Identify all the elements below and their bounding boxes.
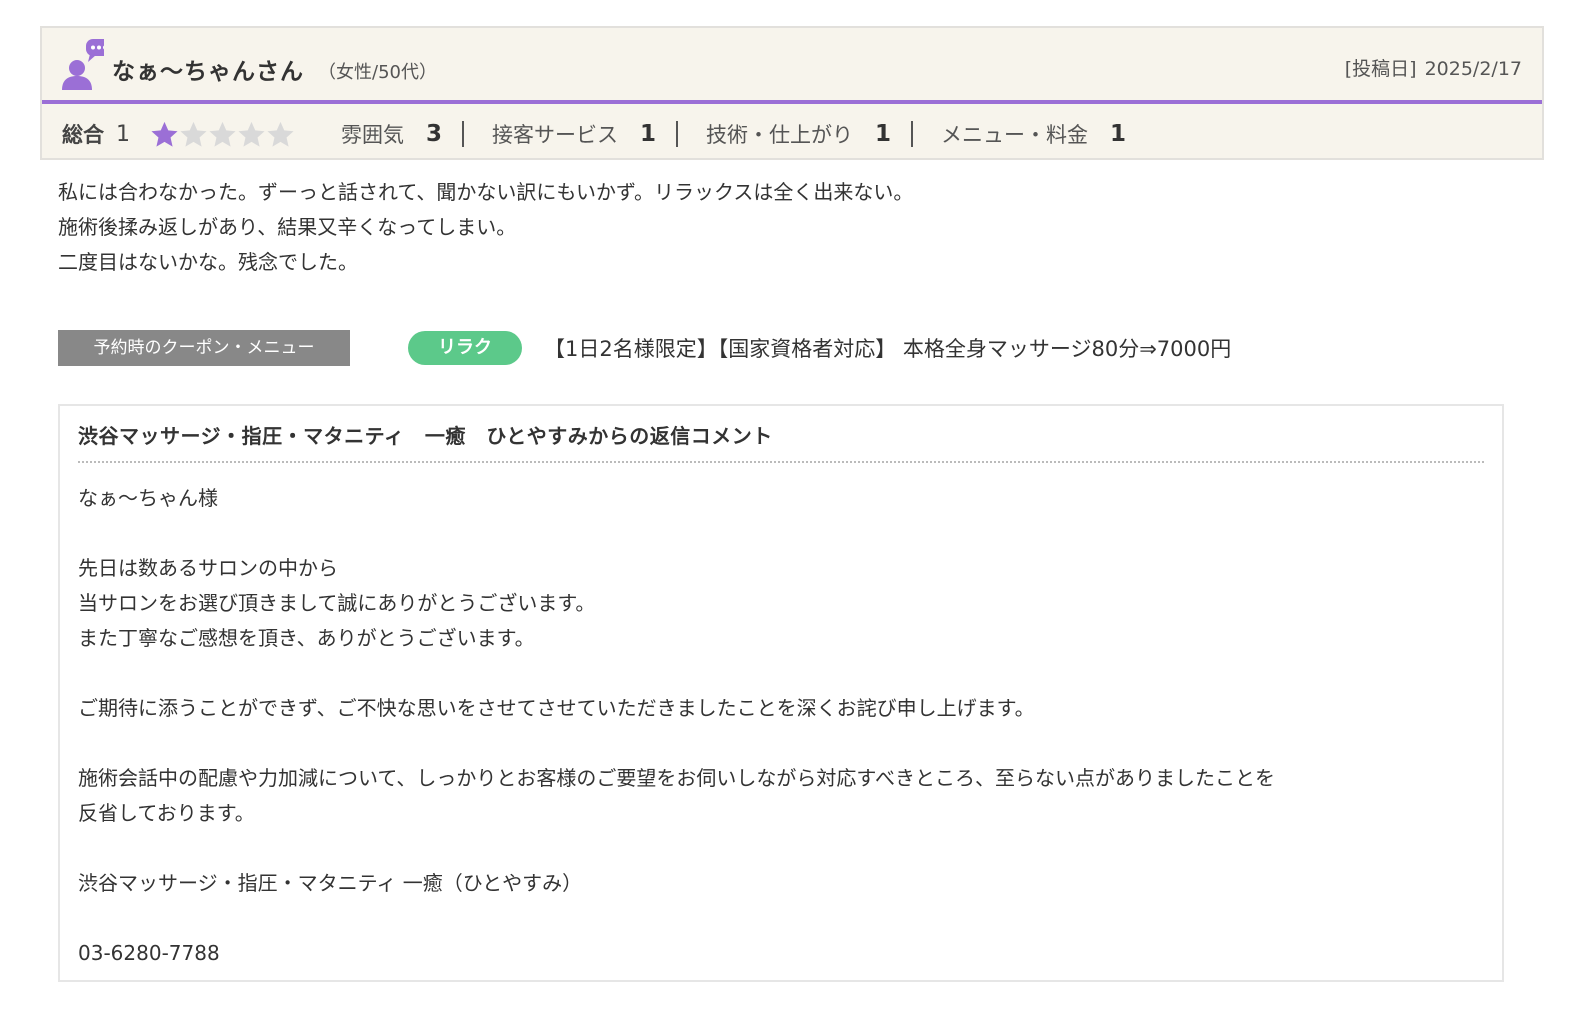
star-filled-icon [151,121,178,147]
total-rating-label: 総合 [62,123,104,147]
coupon-category-badge: リラク [408,331,522,365]
review-text: 私には合わなかった。ずーっと話されて、聞かない訳にもいかず。リラックスは全く出来… [58,180,914,274]
star-empty-icon [238,121,265,147]
rating-metric: 技術・仕上がり 1 [706,119,941,149]
rating-metric-value: 1 [640,121,657,147]
total-rating-value: 1 [116,121,130,147]
rating-separator [911,121,914,147]
reviewer-demographics: （女性/50代） [318,62,437,83]
rating-row: 総合 1 雰囲気 3 接客サービス 1 技術・仕上がり 1 メニュー・料金 1 [42,108,1542,160]
rating-metrics: 雰囲気 3 接客サービス 1 技術・仕上がり 1 メニュー・料金 1 [341,119,1146,149]
rating-metric-value: 3 [426,121,443,147]
star-empty-icon [209,121,236,147]
star-rating [150,120,295,149]
rating-metric-value: 1 [1110,121,1127,147]
reply-divider [78,461,1484,463]
rating-metric-value: 1 [875,121,892,147]
post-date-value: 2025/2/17 [1424,58,1522,80]
rating-metric-label: 雰囲気 [341,123,404,147]
star-empty-icon [267,121,294,147]
reply-title: 渋谷マッサージ・指圧・マタニティ 一癒 ひとやすみからの返信コメント [78,424,773,448]
rating-metric-label: 技術・仕上がり [706,123,854,147]
review-header: なぁ〜ちゃんさん （女性/50代） [投稿日] 2025/2/17 総合 1 雰囲… [40,26,1544,160]
post-date: [投稿日] 2025/2/17 [1345,54,1522,81]
coupon-link[interactable]: 【1日2名様限定】【国家資格者対応】 本格全身マッサージ80分⇒7000円 [544,333,1231,363]
user-comment-icon [62,39,104,90]
rating-metric: 雰囲気 3 [341,119,492,149]
coupon-label: 予約時のクーポン・メニュー [58,330,350,366]
reviewer-name: なぁ〜ちゃんさん [112,59,304,85]
reply-text: なぁ〜ちゃん様 先日は数あるサロンの中から 当サロンをお選び頂きまして誠にありが… [78,486,1275,965]
rating-metric: メニュー・料金 1 [941,119,1146,149]
rating-metric-label: メニュー・料金 [941,123,1089,147]
rating-separator [462,121,465,147]
salon-reply-box: 渋谷マッサージ・指圧・マタニティ 一癒 ひとやすみからの返信コメント なぁ〜ちゃ… [58,404,1504,982]
rating-separator [676,121,679,147]
rating-metric: 接客サービス 1 [492,119,706,149]
reviewer-row: なぁ〜ちゃんさん （女性/50代） [投稿日] 2025/2/17 [42,28,1542,104]
star-empty-icon [180,121,207,147]
coupon-row: 予約時のクーポン・メニュー リラク 【1日2名様限定】【国家資格者対応】 本格全… [58,330,1518,366]
rating-metric-label: 接客サービス [492,123,619,147]
post-date-label: [投稿日] [1344,58,1417,80]
